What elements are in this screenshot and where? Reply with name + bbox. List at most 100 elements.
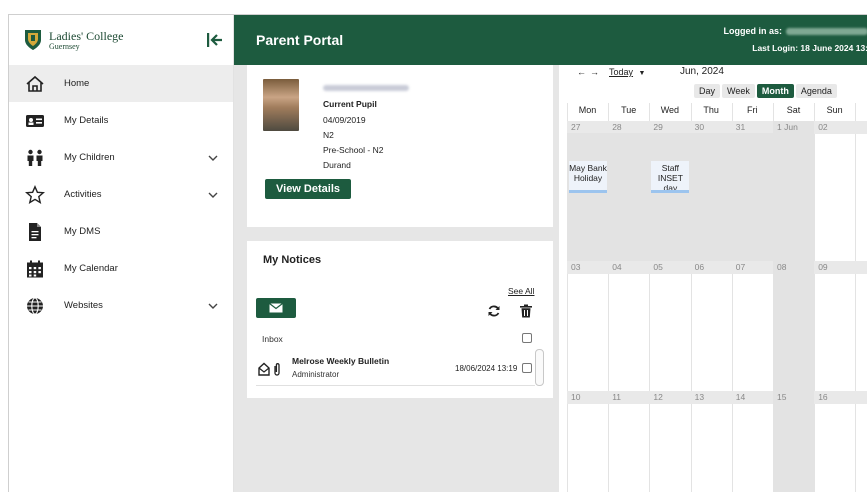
home-icon bbox=[26, 75, 44, 92]
sidebar-item-my-dms[interactable]: My DMS bbox=[9, 213, 233, 250]
last-login: Last Login: 18 June 2024 13: bbox=[752, 43, 867, 53]
sidebar-item-home[interactable]: Home bbox=[9, 65, 233, 102]
trash-icon[interactable] bbox=[519, 304, 533, 318]
pupil-year: N2 bbox=[323, 130, 334, 140]
school-logo[interactable]: Ladies' College Guernsey bbox=[23, 28, 123, 52]
weekday-header: Sun bbox=[826, 105, 843, 115]
day-number[interactable]: 29 bbox=[653, 122, 662, 132]
weekday-header: Wed bbox=[660, 105, 680, 115]
sidebar-item-my-details[interactable]: My Details bbox=[9, 102, 233, 139]
notices-scrollbar[interactable] bbox=[535, 349, 544, 386]
day-number[interactable]: 14 bbox=[736, 392, 745, 402]
sidebar-item-websites[interactable]: Websites bbox=[9, 287, 233, 324]
weekday-header: Thu bbox=[703, 105, 719, 115]
day-number[interactable]: 28 bbox=[612, 122, 621, 132]
collapse-sidebar-icon[interactable] bbox=[205, 31, 225, 49]
logo-line1: Ladies' College bbox=[49, 28, 124, 43]
sidebar-header: Ladies' College Guernsey bbox=[9, 15, 233, 65]
pupil-name-redacted bbox=[323, 85, 409, 91]
sidebar: Ladies' College Guernsey Home My Details… bbox=[9, 15, 234, 492]
weekday-header: Sat bbox=[786, 105, 801, 115]
sidebar-item-label: Websites bbox=[64, 300, 103, 311]
pupil-class: Pre-School - N2 bbox=[323, 145, 384, 155]
day-number[interactable]: 1 Jun bbox=[777, 122, 798, 132]
day-cell-shaded bbox=[773, 391, 815, 492]
sidebar-item-label: My Calendar bbox=[64, 263, 118, 274]
logged-in-as: Logged in as: bbox=[724, 26, 867, 36]
day-number[interactable]: 13 bbox=[695, 392, 704, 402]
dashboard-main: Current Pupil 04/09/2019 N2 Pre-School -… bbox=[234, 65, 559, 492]
day-number[interactable]: 10 bbox=[571, 392, 580, 402]
top-header: Parent Portal Logged in as: Last Login: … bbox=[234, 15, 867, 65]
day-number[interactable]: 27 bbox=[571, 122, 580, 132]
logo-line2: Guernsey bbox=[49, 41, 80, 51]
next-arrow-icon[interactable]: → bbox=[590, 67, 599, 77]
pupil-status: Current Pupil bbox=[323, 99, 377, 109]
chevron-down-icon[interactable] bbox=[207, 300, 219, 312]
calendar-nav: ← → Today ▼ bbox=[577, 67, 645, 77]
sidebar-item-my-calendar[interactable]: My Calendar bbox=[9, 250, 233, 287]
view-week-button[interactable]: Week bbox=[722, 84, 755, 98]
view-details-button[interactable]: View Details bbox=[265, 179, 351, 199]
day-number[interactable]: 09 bbox=[818, 262, 827, 272]
sidebar-item-label: Activities bbox=[64, 189, 102, 200]
today-dropdown-icon[interactable]: ▼ bbox=[639, 70, 646, 77]
notice-date: 18/06/2024 13:19 bbox=[455, 364, 518, 373]
people-icon bbox=[27, 149, 43, 166]
day-cell-shaded bbox=[567, 133, 773, 263]
day-number[interactable]: 04 bbox=[612, 262, 621, 272]
select-all-checkbox[interactable] bbox=[522, 333, 532, 343]
view-agenda-button[interactable]: Agenda bbox=[795, 84, 837, 98]
day-number[interactable]: 02 bbox=[818, 122, 827, 132]
sidebar-item-my-children[interactable]: My Children bbox=[9, 139, 233, 176]
calendar-event[interactable]: May Bank Holiday bbox=[569, 161, 607, 193]
sidebar-item-activities[interactable]: Activities bbox=[9, 176, 233, 213]
globe-icon bbox=[27, 297, 43, 315]
view-day-button[interactable]: Day bbox=[694, 84, 721, 98]
day-number[interactable]: 03 bbox=[571, 262, 580, 272]
day-number[interactable]: 08 bbox=[777, 262, 786, 272]
sidebar-item-label: Home bbox=[64, 78, 90, 89]
day-cell-shaded bbox=[773, 121, 815, 263]
day-number[interactable]: 06 bbox=[695, 262, 704, 272]
view-month-button[interactable]: Month bbox=[756, 84, 794, 98]
day-number[interactable]: 16 bbox=[818, 392, 827, 402]
day-number[interactable]: 31 bbox=[736, 122, 745, 132]
today-button[interactable]: Today bbox=[609, 67, 633, 77]
refresh-icon[interactable] bbox=[487, 304, 501, 318]
envelope-icon bbox=[269, 303, 283, 313]
envelope-open-attachment-icon bbox=[258, 362, 280, 376]
prev-arrow-icon[interactable]: ← bbox=[577, 67, 586, 77]
day-number[interactable]: 11 bbox=[612, 392, 621, 402]
day-number[interactable]: 15 bbox=[777, 392, 786, 402]
pupil-house: Durand bbox=[323, 160, 351, 170]
grid-line bbox=[814, 103, 816, 492]
notices-card: My Notices See All Inbox Melrose Weekly … bbox=[247, 241, 553, 398]
pupil-card: Current Pupil 04/09/2019 N2 Pre-School -… bbox=[247, 65, 553, 227]
inbox-label: Inbox bbox=[262, 334, 283, 344]
chevron-down-icon[interactable] bbox=[207, 152, 219, 164]
app-window: Ladies' College Guernsey Home My Details… bbox=[8, 14, 867, 492]
notices-title: My Notices bbox=[263, 254, 322, 266]
divider bbox=[256, 385, 535, 386]
notice-sender: Administrator bbox=[292, 370, 340, 379]
day-number[interactable]: 12 bbox=[653, 392, 662, 402]
notice-checkbox[interactable] bbox=[522, 363, 532, 373]
day-number[interactable]: 07 bbox=[736, 262, 745, 272]
calendar: ← → Today ▼ Jun, 2024 Day Week Month Agend… bbox=[559, 65, 867, 492]
grid-line bbox=[855, 103, 857, 492]
page-title: Parent Portal bbox=[256, 32, 344, 48]
chevron-down-icon[interactable] bbox=[207, 189, 219, 201]
view-switcher: Day Week Month Agenda bbox=[694, 84, 837, 98]
day-number[interactable]: 05 bbox=[653, 262, 662, 272]
pupil-dob: 04/09/2019 bbox=[323, 115, 366, 125]
calendar-icon bbox=[27, 260, 43, 278]
pupil-photo bbox=[263, 79, 299, 131]
weekday-header: Fri bbox=[747, 105, 758, 115]
calendar-event[interactable]: Staff INSET day bbox=[651, 161, 690, 193]
compose-button[interactable] bbox=[256, 298, 296, 318]
see-all-link[interactable]: See All bbox=[508, 286, 534, 296]
star-icon bbox=[25, 185, 45, 204]
day-number[interactable]: 30 bbox=[695, 122, 704, 132]
weekday-header: Mon bbox=[578, 105, 597, 115]
